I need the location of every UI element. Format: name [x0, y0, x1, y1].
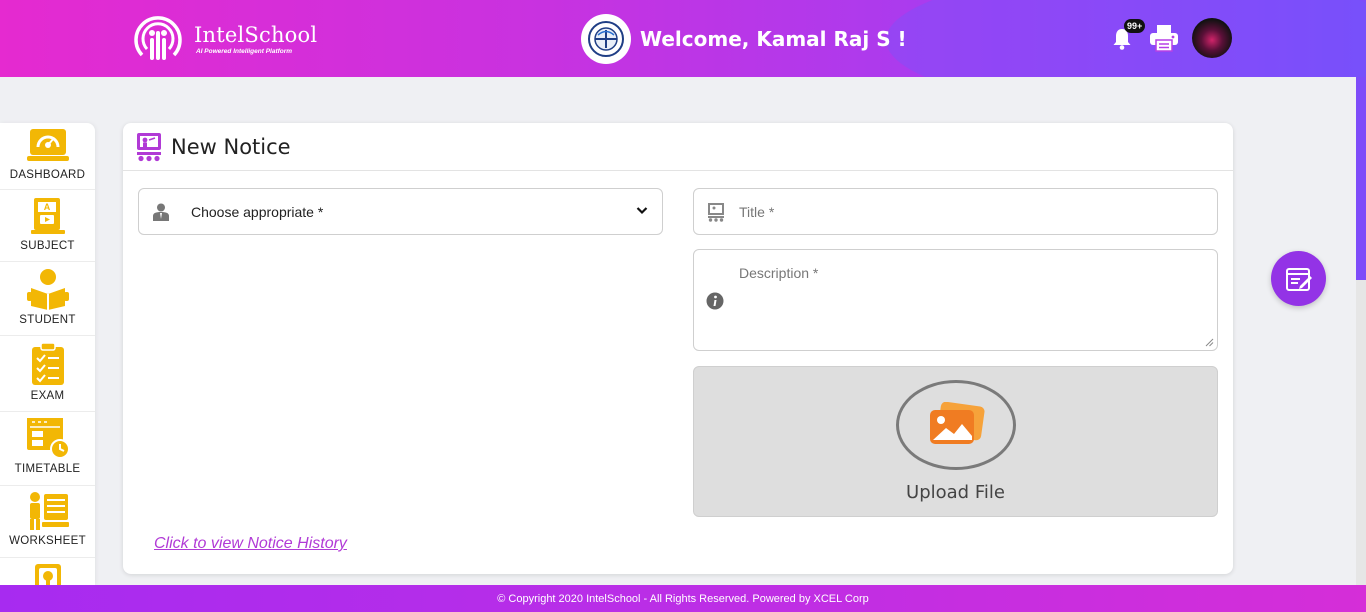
top-header: IntelSchool AI Powered Intelligent Platf… [0, 0, 1366, 77]
sidebar-item-subject[interactable]: A SUBJECT [0, 190, 95, 262]
card-header: New Notice [123, 123, 1233, 171]
sidebar-label-subject: SUBJECT [20, 240, 75, 252]
exam-checklist-icon [31, 342, 64, 385]
upload-circle [896, 380, 1016, 470]
notification-count-badge: 99+ [1124, 19, 1146, 33]
sidebar-item-dashboard[interactable]: DASHBOARD [0, 123, 95, 190]
subject-book-icon: A [30, 198, 65, 234]
user-avatar[interactable] [1192, 18, 1232, 58]
recipient-select[interactable]: Choose appropriate * [138, 188, 663, 235]
upload-label: Upload File [906, 482, 1005, 503]
timetable-icon [26, 418, 70, 459]
title-placeholder: Title * [739, 204, 775, 220]
sidebar-item-timetable[interactable]: TIMETABLE [0, 412, 95, 486]
svg-text:A: A [43, 202, 50, 212]
sidebar-nav: DASHBOARD A SUBJECT STUDENT EXAM TIMETAB… [0, 123, 95, 585]
upload-file-button[interactable]: Upload File [693, 366, 1218, 517]
edit-note-icon [1285, 267, 1312, 291]
description-placeholder: Description * [739, 265, 819, 281]
intelschool-logo[interactable]: IntelSchool AI Powered Intelligent Platf… [128, 11, 317, 66]
logo-tagline: AI Powered Intelligent Platform [196, 47, 293, 55]
footer: © Copyright 2020 IntelSchool - All Right… [0, 585, 1366, 612]
scrollbar-thumb[interactable] [1356, 77, 1366, 280]
sidebar-label-dashboard: DASHBOARD [9, 169, 86, 181]
student-reading-icon [26, 269, 69, 310]
sidebar-label-exam: EXAM [30, 390, 65, 402]
welcome-section: Welcome, Kamal Raj S ! [581, 14, 907, 64]
page-scrollbar[interactable] [1356, 77, 1366, 585]
welcome-text: Welcome, Kamal Raj S ! [640, 27, 907, 51]
worksheet-icon [29, 492, 69, 530]
dashboard-icon [26, 129, 69, 161]
sidebar-item-idea[interactable] [0, 558, 95, 585]
sidebar-label-student: STUDENT [19, 314, 76, 326]
idea-icon [34, 564, 61, 585]
person-icon [153, 203, 169, 221]
select-value: Choose appropriate * [191, 203, 324, 220]
compose-fab-button[interactable] [1271, 251, 1326, 306]
sidebar-label-worksheet: WORKSHEET [9, 535, 86, 547]
description-field[interactable]: Description * [693, 249, 1218, 351]
notice-history-link[interactable]: Click to view Notice History [154, 535, 347, 553]
sidebar-item-student[interactable]: STUDENT [0, 262, 95, 336]
printer-icon[interactable] [1149, 24, 1179, 52]
chevron-down-icon [636, 207, 648, 215]
logo-icon [134, 16, 182, 60]
resize-handle-icon[interactable] [1205, 338, 1214, 347]
title-field[interactable]: Title * [693, 188, 1218, 235]
image-upload-icon [930, 402, 985, 444]
info-icon [706, 292, 724, 310]
sidebar-item-worksheet[interactable]: WORKSHEET [0, 486, 95, 558]
logo-name: IntelSchool [194, 22, 318, 47]
copyright-text: © Copyright 2020 IntelSchool - All Right… [497, 592, 869, 605]
new-notice-card: New Notice Choose appropriate * Title * [123, 123, 1233, 574]
page-title: New Notice [171, 134, 291, 159]
title-board-icon [708, 203, 724, 222]
school-emblem-icon [581, 14, 631, 64]
sidebar-item-exam[interactable]: EXAM [0, 336, 95, 412]
notice-board-icon [137, 132, 161, 161]
sidebar-label-timetable: TIMETABLE [14, 463, 81, 475]
